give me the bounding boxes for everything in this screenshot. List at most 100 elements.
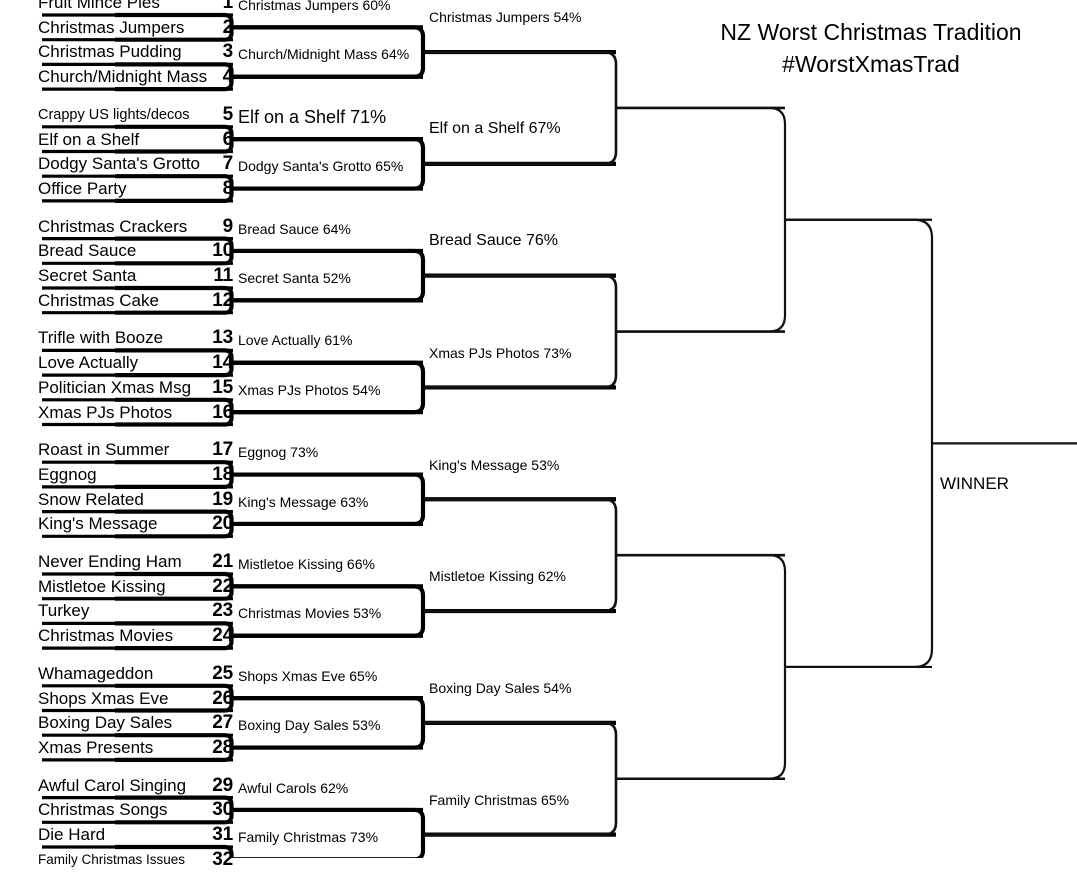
seed-number: 26 [212, 687, 233, 709]
seed-name: Die Hard [38, 825, 106, 844]
seed-name: Boxing Day Sales [38, 713, 173, 733]
seed-name: Roast in Summer [38, 440, 170, 460]
bracket-canvas: 1 Fruit Mince Pies 2 Christmas Jumpers 3 Chri… [0, 0, 1077, 870]
seed-name: Trifle with Booze [38, 328, 164, 348]
seed-number: 9 [222, 215, 234, 237]
round1-result: Love Actually 61% [238, 332, 353, 349]
seed-number: 28 [212, 736, 233, 758]
seed-row: 19 Snow Related [0, 489, 233, 513]
seed-row: 5 Crappy US lights/decos [0, 104, 233, 128]
seed-row: 27 Boxing Day Sales [0, 712, 233, 736]
seed-row: 11 Secret Santa [0, 265, 233, 289]
seed-name: Love Actually [38, 353, 139, 373]
seed-row: 1 Fruit Mince Pies [0, 0, 233, 16]
seed-name: Whamageddon [38, 663, 154, 683]
page-title: NZ Worst Christmas Tradition #WorstXmasT… [720, 19, 1022, 77]
seed-row: 2 Christmas Jumpers [0, 17, 233, 41]
seed-name: Christmas Movies [38, 626, 174, 646]
seed-name: Christmas Jumpers [38, 17, 185, 37]
seed-number: 23 [212, 600, 233, 622]
round2-result: King's Message 53% [429, 456, 560, 473]
round1-result: Dodgy Santa's Grotto 65% [238, 158, 404, 175]
round1-result: Shops Xmas Eve 65% [238, 667, 378, 684]
seed-name: Shops Xmas Eve [38, 688, 169, 708]
seed-number: 22 [212, 575, 233, 597]
seed-name: Dodgy Santa's Grotto [38, 154, 200, 174]
round4-brackets [616, 106, 932, 780]
seed-row: 24 Christmas Movies [0, 625, 233, 649]
seed-name: Office Party [38, 178, 127, 198]
seed-row: 4 Church/Midnight Mass [0, 66, 233, 90]
round1-result: Christmas Movies 53% [238, 605, 382, 622]
round2-result: Christmas Jumpers 54% [429, 9, 582, 26]
seed-name: Christmas Crackers [38, 216, 188, 236]
seed-row: 32 Family Christmas Issues [0, 849, 233, 873]
seed-number: 18 [212, 463, 233, 485]
round2-result: Elf on a Shelf 67% [429, 120, 561, 138]
round1-result: Secret Santa 52% [238, 270, 351, 286]
seed-name: Family Christmas Issues [38, 851, 186, 867]
seed-number: 24 [212, 625, 233, 647]
seed-number: 6 [222, 128, 234, 150]
round1-result: Awful Carols 62% [238, 779, 349, 796]
round2-result: Bread Sauce 76% [429, 231, 558, 249]
seed-number: 14 [212, 352, 233, 374]
seed-row: 22 Mistletoe Kissing [0, 576, 233, 600]
winner-label: WINNER [940, 474, 1009, 493]
seed-number: 15 [212, 376, 233, 398]
seed-number: 13 [212, 327, 233, 349]
seed-row: 16 Xmas PJs Photos [0, 402, 233, 426]
round1-result: Mistletoe Kissing 66% [238, 556, 375, 572]
seed-name: Politician Xmas Msg [38, 377, 192, 397]
round1-result: Elf on a Shelf 71% [238, 106, 387, 127]
seed-row: 18 Eggnog [0, 464, 233, 488]
final-brackets [785, 218, 934, 669]
round2-result: Mistletoe Kissing 62% [429, 568, 566, 585]
round2-result: Xmas PJs Photos 73% [429, 344, 572, 361]
seed-name: Eggnog [38, 464, 97, 484]
seed-name: Fruit Mince Pies [38, 0, 160, 12]
round3-brackets [423, 50, 785, 836]
seed-number: 1 [222, 0, 234, 13]
seed-number: 21 [212, 551, 233, 572]
seed-number: 32 [212, 848, 233, 870]
seed-name: Christmas Cake [38, 290, 159, 310]
seed-row: 7 Dodgy Santa's Grotto [0, 153, 233, 177]
seed-number: 3 [222, 41, 234, 63]
seed-name: King's Message [38, 514, 158, 534]
seed-name: Elf on a Shelf [38, 129, 140, 149]
seed-number: 16 [212, 401, 233, 423]
seed-name: Crappy US lights/decos [38, 106, 190, 123]
seed-number: 31 [212, 824, 233, 845]
seed-row: 26 Shops Xmas Eve [0, 688, 233, 712]
seed-number: 19 [212, 488, 233, 510]
seed-number: 8 [222, 177, 234, 199]
seed-number: 10 [212, 240, 233, 262]
round1-result: Christmas Jumpers 60% [238, 0, 391, 13]
seed-name: Turkey [38, 601, 90, 621]
seed-number: 29 [212, 774, 233, 796]
seed-name: Mistletoe Kissing [38, 576, 166, 596]
round1-result: Bread Sauce 64% [238, 220, 351, 237]
seed-row: 8 Office Party [0, 178, 233, 202]
seed-row: 31 Die Hard [0, 824, 233, 848]
seed-row: 21 Never Ending Ham [0, 551, 233, 575]
seed-row: 13 Trifle with Booze [0, 327, 233, 351]
seed-row: 30 Christmas Songs [0, 799, 233, 823]
round1-result: Eggnog 73% [238, 444, 319, 461]
seed-name: Never Ending Ham [38, 552, 182, 571]
seed-row: 12 Christmas Cake [0, 290, 233, 314]
seed-row: 23 Turkey [0, 600, 233, 624]
seed-number: 7 [222, 153, 234, 175]
seed-row: 6 Elf on a Shelf [0, 129, 233, 153]
seed-row: 25 Whamageddon [0, 663, 233, 687]
seed-row: 3 Christmas Pudding [0, 41, 233, 65]
seed-row: 29 Awful Carol Singing [0, 775, 233, 799]
seed-name: Xmas PJs Photos [38, 402, 173, 422]
round1-result: Xmas PJs Photos 54% [238, 381, 381, 398]
seed-row: 15 Politician Xmas Msg [0, 377, 233, 401]
seed-number: 11 [213, 265, 233, 286]
round1-result: Boxing Day Sales 53% [238, 717, 381, 734]
seed-number: 2 [222, 16, 234, 38]
seed-number: 25 [212, 662, 233, 684]
